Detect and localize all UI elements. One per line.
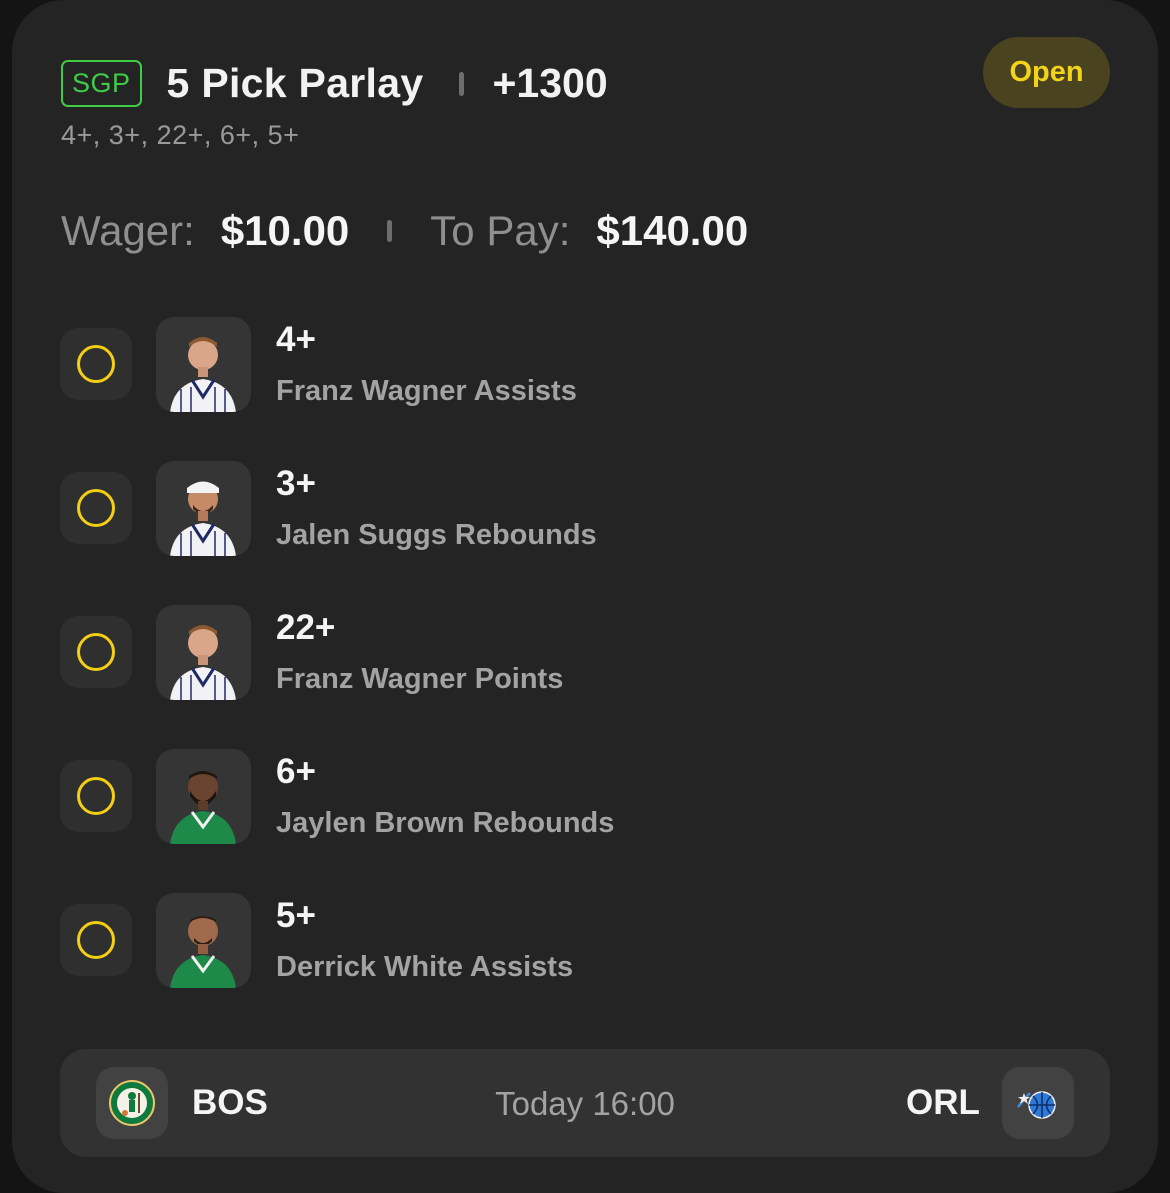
wager-label: Wager: [61,207,195,254]
pick-status-indicator [60,472,132,544]
pending-circle-icon [77,633,115,671]
bet-title: 5 Pick Parlay [166,60,424,106]
pick-status-indicator [60,616,132,688]
pending-circle-icon [77,345,115,383]
to-pay-label: To Pay: [430,207,571,254]
to-pay-value: $140.00 [596,207,749,254]
picks-list: 4+ Franz Wagner Assists 3+ Jalen Suggs R… [60,316,1060,1036]
pick-row[interactable]: 6+ Jaylen Brown Rebounds [60,748,1060,892]
pending-circle-icon [77,777,115,815]
pick-line: 6+ [276,752,316,791]
pick-row[interactable]: 22+ Franz Wagner Points [60,604,1060,748]
player-avatar [156,893,251,988]
pick-line: 3+ [276,464,316,503]
magic-logo-icon [1002,1067,1074,1139]
pick-market: Franz Wagner Assists [276,375,577,407]
sgp-badge: SGP [61,60,142,107]
pending-circle-icon [77,921,115,959]
pick-line: 22+ [276,608,336,647]
wager-row: Wager: $10.00 To Pay: $140.00 [61,207,748,255]
pending-circle-icon [77,489,115,527]
pick-market: Jalen Suggs Rebounds [276,519,597,551]
divider [387,220,393,242]
pick-status-indicator [60,760,132,832]
bet-card[interactable]: SGP 5 Pick Parlay +1300 4+, 3+, 22+, 6+,… [12,0,1158,1193]
pick-market: Jaylen Brown Rebounds [276,807,615,839]
pick-row[interactable]: 4+ Franz Wagner Assists [60,316,1060,460]
divider [459,71,465,96]
pick-status-indicator [60,328,132,400]
pick-market: Franz Wagner Points [276,663,564,695]
player-avatar [156,317,251,412]
away-team: ORL [906,1083,980,1122]
bet-lines-summary: 4+, 3+, 22+, 6+, 5+ [61,120,300,150]
game-info-bar[interactable]: BOS Today 16:00 ORL [60,1049,1110,1157]
player-avatar [156,605,251,700]
pick-row[interactable]: 5+ Derrick White Assists [60,892,1060,1036]
bet-odds: +1300 [492,60,608,106]
pick-market: Derrick White Assists [276,951,574,983]
pick-line: 5+ [276,896,316,935]
pick-line: 4+ [276,320,316,359]
pick-row[interactable]: 3+ Jalen Suggs Rebounds [60,460,1060,604]
wager-value: $10.00 [220,207,350,254]
bet-header: SGP 5 Pick Parlay +1300 [61,60,608,107]
player-avatar [156,749,251,844]
player-avatar [156,461,251,556]
status-badge: Open [983,37,1110,108]
pick-status-indicator [60,904,132,976]
